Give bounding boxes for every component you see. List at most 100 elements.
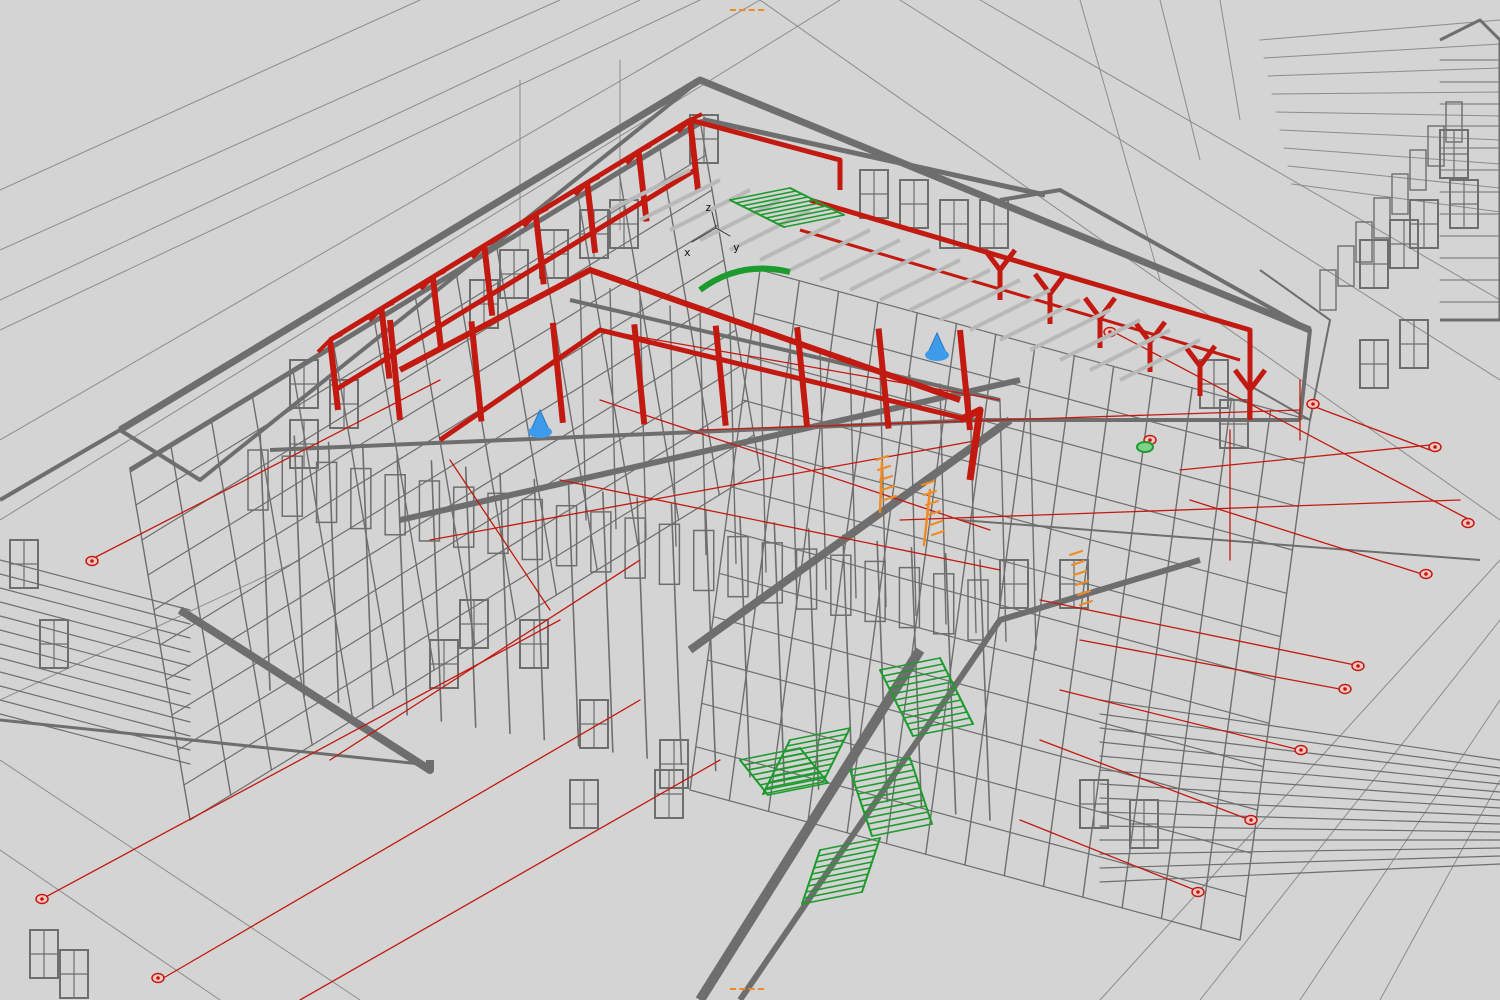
light-marker-dot [1299,748,1303,752]
helper-bar [929,520,943,526]
tower-window [1391,173,1409,215]
stacked-line [0,671,191,723]
wall-transom [718,572,1270,724]
wall-transom [706,659,1259,811]
stair-tread [867,811,929,825]
camera-base [528,426,552,438]
stacked-line [0,601,191,653]
stair-tread [813,855,875,869]
truss-chord [328,117,692,343]
light-marker-dot [1433,445,1437,449]
ground-line [1263,43,1500,59]
interior-door [727,535,749,598]
light-marker-dot [1311,402,1315,406]
stacked-line [0,559,191,611]
stair-landing [698,265,791,293]
gizmo-z-axis [711,211,717,229]
helper-bar [881,485,895,491]
light-marker-dot [1424,572,1428,576]
top-axis-marker [730,9,764,11]
gizmo-z-label: z [705,201,712,214]
light-marker-dot [156,976,160,980]
light-ray [899,499,1461,521]
wall-transom [736,442,1288,594]
stair-tread [811,861,873,875]
roof-joist [939,278,1021,322]
interior-door [967,579,989,641]
stair-tread [853,769,915,783]
light-ray [299,759,721,1000]
light-marker-dot [1249,818,1253,822]
light-marker-dot [1356,664,1360,668]
tower-window [1337,245,1355,287]
stacked-line [0,657,191,709]
wall-transom [129,119,701,471]
roof-joist [639,178,721,222]
stair-tread [809,867,871,881]
interior-door [521,498,544,561]
ground-line [1271,91,1500,95]
gizmo-x-label: x [684,246,691,259]
roof-joist [1119,338,1201,382]
stacked-line [0,699,191,751]
wall-transom [165,329,737,681]
ground-line [1275,111,1500,117]
truss-post [687,119,701,191]
roof-joist [969,288,1051,332]
gizmo-y-label: y [733,241,740,254]
light-ray [1179,444,1431,471]
stacked-line [0,615,191,667]
central-spine [695,647,925,1000]
truss-post [327,339,341,411]
truss-post [481,245,496,317]
helper-axis [922,488,932,547]
light-marker-dot [1466,521,1470,525]
roof-edge [118,76,1312,433]
building-wireframe[interactable] [0,18,1500,1000]
wall-transom [177,399,749,751]
stacked-line [0,573,191,625]
roof-joist [999,298,1081,342]
stacked-line [1099,713,1500,769]
stacked-line [0,713,191,765]
roof-joist [909,268,991,312]
interior-door [315,461,338,524]
stair-tread [807,873,869,887]
tower-window [1409,149,1427,191]
camera-icon [925,331,949,361]
ground-line [1259,19,1500,41]
stacked-line [1099,825,1500,833]
camera-base [925,349,949,361]
truss-post [532,213,547,285]
stair-tread [743,752,805,766]
camera-icon [528,408,552,438]
light-marker-dot [1343,687,1347,691]
stair-tread [815,849,877,863]
roof-joist [759,218,841,262]
ground-line [0,559,301,701]
tower-window [1319,269,1337,311]
light-ray [1189,499,1426,576]
tower-base [1239,269,1331,421]
ground-line [1219,0,1241,121]
roof-joist [789,228,871,272]
window-frames [9,114,1479,999]
ground-line [1159,0,1201,161]
interior-door [692,529,715,592]
light-ray [1039,739,1251,821]
interior-door [247,449,269,511]
3d-viewport[interactable]: z y x [0,0,1500,1000]
wireframe-scene[interactable] [0,0,1500,1000]
bottom-axis-marker [730,988,764,990]
light-marker-dot [1196,890,1200,894]
light-ray [599,399,991,531]
light-ray [89,379,441,561]
truss-post [635,151,650,222]
helper-bar [1069,550,1083,556]
ground-line [1199,619,1500,1000]
stair-marker [1136,441,1154,453]
interior-door [350,467,372,530]
stacked-line [1099,847,1500,855]
ground-line [1267,67,1500,77]
light-ray [159,699,641,981]
